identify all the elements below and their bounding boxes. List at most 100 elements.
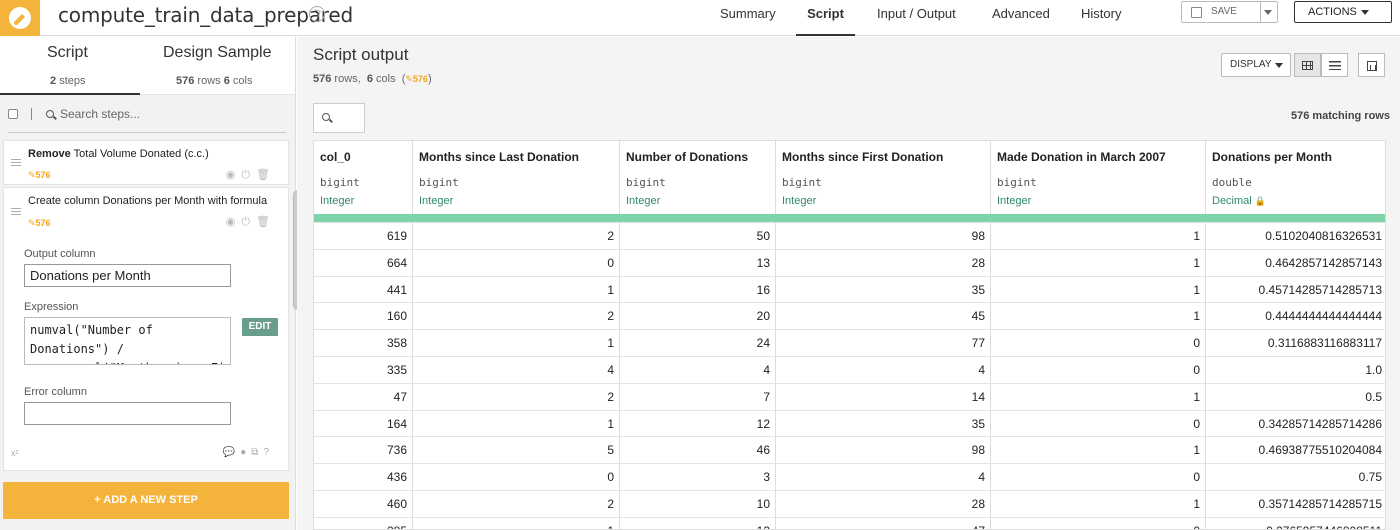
column-storage-type[interactable]: bigint bbox=[320, 176, 360, 189]
table-row[interactable]: 285 1 13 47 0 0.2765957446808511 bbox=[314, 516, 1385, 529]
table-cell[interactable]: 16 bbox=[620, 276, 776, 303]
actions-button[interactable]: ACTIONS bbox=[1294, 1, 1392, 23]
table-view-button[interactable] bbox=[1294, 53, 1321, 77]
table-cell[interactable]: 1 bbox=[991, 223, 1206, 249]
eye-icon[interactable]: ◉ bbox=[226, 169, 242, 181]
chart-view-button[interactable] bbox=[1358, 53, 1385, 77]
table-cell[interactable]: 335 bbox=[314, 357, 413, 383]
table-cell[interactable]: 285 bbox=[314, 517, 413, 529]
table-cell[interactable]: 28 bbox=[776, 249, 991, 276]
table-cell[interactable]: 0.75 bbox=[1206, 464, 1385, 490]
trash-icon[interactable]: 🗑 bbox=[256, 169, 276, 181]
validity-bar[interactable] bbox=[314, 214, 1385, 222]
display-dropdown[interactable]: DISPLAY bbox=[1221, 53, 1291, 77]
column-meaning[interactable]: Integer bbox=[320, 195, 354, 207]
table-cell[interactable]: 28 bbox=[776, 491, 991, 517]
table-cell[interactable]: 1.0 bbox=[1206, 357, 1385, 383]
table-cell[interactable]: 1 bbox=[991, 303, 1206, 330]
help-icon[interactable]: ? bbox=[263, 447, 274, 458]
table-cell[interactable]: 50 bbox=[620, 223, 776, 249]
table-cell[interactable]: 0.3116883116883117 bbox=[1206, 330, 1385, 356]
column-meaning[interactable]: Integer bbox=[782, 195, 816, 207]
app-logo[interactable] bbox=[0, 0, 40, 36]
select-all-checkbox[interactable] bbox=[8, 109, 18, 119]
table-cell[interactable]: 77 bbox=[776, 330, 991, 356]
column-header-months-since-first[interactable]: Months since First Donation bigint Integ… bbox=[776, 141, 991, 214]
color-icon[interactable]: ● bbox=[240, 447, 251, 458]
table-cell[interactable]: 5 bbox=[413, 437, 620, 464]
search-steps-input[interactable] bbox=[60, 107, 260, 121]
table-cell[interactable]: 2 bbox=[413, 223, 620, 249]
table-cell[interactable]: 1 bbox=[991, 276, 1206, 303]
tab-advanced[interactable]: Advanced bbox=[992, 0, 1050, 36]
table-cell[interactable]: 10 bbox=[620, 491, 776, 517]
table-cell[interactable]: 0 bbox=[991, 517, 1206, 529]
table-cell[interactable]: 0.5 bbox=[1206, 384, 1385, 410]
table-cell[interactable]: 0.35714285714285715 bbox=[1206, 491, 1385, 517]
table-cell[interactable]: 47 bbox=[314, 383, 413, 410]
save-button[interactable]: SAVE bbox=[1182, 2, 1261, 22]
step-create-column-formula[interactable]: Create column Donations per Month with f… bbox=[3, 187, 289, 471]
table-row[interactable]: 160 2 20 45 1 0.4444444444444444 bbox=[314, 302, 1385, 330]
column-meaning[interactable]: Integer bbox=[419, 195, 453, 207]
table-cell[interactable]: 7 bbox=[620, 383, 776, 410]
table-cell[interactable]: 35 bbox=[776, 410, 991, 437]
table-cell[interactable]: 3 bbox=[620, 464, 776, 490]
table-cell[interactable]: 0.4444444444444444 bbox=[1206, 303, 1385, 329]
navigate-icon[interactable] bbox=[309, 6, 325, 22]
table-cell[interactable]: 2 bbox=[413, 383, 620, 410]
table-cell[interactable]: 4 bbox=[776, 464, 991, 490]
add-step-button[interactable]: + ADD A NEW STEP bbox=[3, 482, 289, 519]
table-cell[interactable]: 35 bbox=[776, 276, 991, 303]
table-cell[interactable]: 20 bbox=[620, 303, 776, 330]
table-cell[interactable]: 664 bbox=[314, 249, 413, 276]
table-cell[interactable]: 4 bbox=[413, 357, 620, 383]
column-header-made-donation[interactable]: Made Donation in March 2007 bigint Integ… bbox=[991, 141, 1206, 214]
tab-design-sample[interactable]: Design Sample bbox=[163, 44, 272, 62]
table-cell[interactable]: 0 bbox=[991, 410, 1206, 437]
drag-handle-icon[interactable] bbox=[11, 159, 21, 166]
column-storage-type[interactable]: bigint bbox=[782, 176, 822, 189]
column-storage-type[interactable]: bigint bbox=[626, 176, 666, 189]
tab-summary[interactable]: Summary bbox=[720, 0, 776, 36]
table-cell[interactable]: 0.45714285714285713 bbox=[1206, 277, 1385, 303]
power-icon[interactable]: ⏻ bbox=[241, 216, 256, 228]
tab-script-steps[interactable]: Script bbox=[47, 44, 88, 62]
table-row[interactable]: 619 2 50 98 1 0.5102040816326531 bbox=[314, 222, 1385, 249]
table-cell[interactable]: 0 bbox=[991, 464, 1206, 490]
table-row[interactable]: 664 0 13 28 1 0.4642857142857143 bbox=[314, 248, 1385, 276]
table-cell[interactable]: 13 bbox=[620, 517, 776, 529]
table-cell[interactable]: 4 bbox=[776, 357, 991, 383]
table-cell[interactable]: 436 bbox=[314, 464, 413, 490]
column-meaning[interactable]: Integer bbox=[626, 195, 660, 207]
table-cell[interactable]: 0.34285714285714286 bbox=[1206, 411, 1385, 437]
trash-icon[interactable]: 🗑 bbox=[256, 216, 276, 228]
comment-icon[interactable]: 💬 bbox=[223, 447, 240, 458]
table-cell[interactable]: 0 bbox=[413, 249, 620, 276]
table-cell[interactable]: 0.46938775510204084 bbox=[1206, 437, 1385, 463]
table-cell[interactable]: 1 bbox=[991, 437, 1206, 464]
table-cell[interactable]: 2 bbox=[413, 303, 620, 330]
table-cell[interactable]: 0 bbox=[991, 330, 1206, 356]
table-row[interactable]: 335 4 4 4 0 1.0 bbox=[314, 356, 1385, 383]
formula-mark-icon[interactable]: x² bbox=[11, 448, 19, 458]
table-cell[interactable]: 0.4642857142857143 bbox=[1206, 250, 1385, 276]
table-cell[interactable]: 98 bbox=[776, 223, 991, 249]
table-cell[interactable]: 1 bbox=[413, 330, 620, 356]
table-row[interactable]: 436 0 3 4 0 0.75 bbox=[314, 463, 1385, 490]
table-cell[interactable]: 0.5102040816326531 bbox=[1206, 223, 1385, 249]
table-cell[interactable]: 1 bbox=[991, 383, 1206, 410]
table-cell[interactable]: 47 bbox=[776, 517, 991, 529]
table-cell[interactable]: 14 bbox=[776, 383, 991, 410]
tab-input-output[interactable]: Input / Output bbox=[877, 0, 956, 36]
table-cell[interactable]: 2 bbox=[413, 491, 620, 517]
edit-expression-button[interactable]: EDIT bbox=[242, 318, 278, 336]
tab-script[interactable]: Script bbox=[796, 0, 855, 36]
error-column-input[interactable] bbox=[24, 402, 231, 425]
table-cell[interactable]: 160 bbox=[314, 303, 413, 330]
table-cell[interactable]: 1 bbox=[991, 249, 1206, 276]
table-row[interactable]: 460 2 10 28 1 0.35714285714285715 bbox=[314, 490, 1385, 517]
table-cell[interactable]: 358 bbox=[314, 330, 413, 356]
table-cell[interactable]: 24 bbox=[620, 330, 776, 356]
column-storage-type[interactable]: bigint bbox=[419, 176, 459, 189]
